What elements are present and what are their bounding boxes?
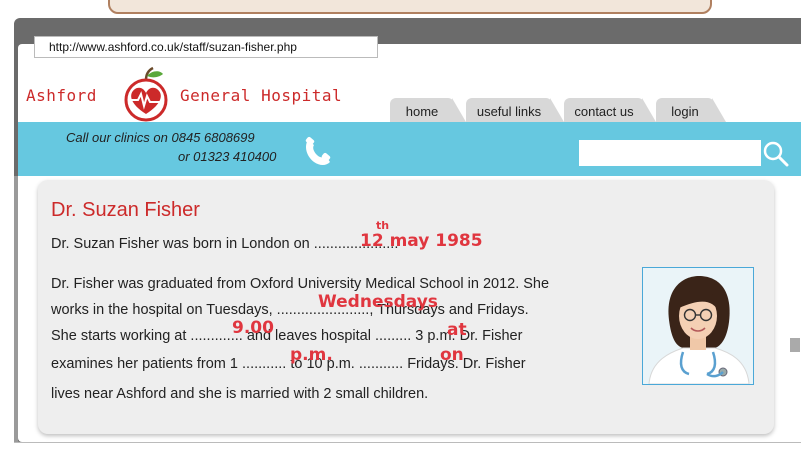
apple-heart-icon xyxy=(124,66,168,122)
answer-birth-date: 12 may 1985 xyxy=(360,231,483,251)
search-icon[interactable] xyxy=(762,139,790,167)
logo-name-right: General Hospital xyxy=(180,86,343,105)
answer-preposition-at: at xyxy=(447,320,467,340)
clinic-phone-line-2: or 01323 410400 xyxy=(178,149,277,164)
logo-name-left: Ashford xyxy=(26,86,97,105)
birth-sentence: Dr. Suzan Fisher was born in London on .… xyxy=(51,236,399,252)
url-text: http://www.ashford.co.uk/staff/suzan-fis… xyxy=(49,40,297,54)
nav-home[interactable]: home xyxy=(390,98,466,122)
nav-login[interactable]: login xyxy=(656,98,726,122)
paragraph-line-2: works in the hospital on Tuesdays, .....… xyxy=(51,302,529,318)
address-bar[interactable]: http://www.ashford.co.uk/staff/suzan-fis… xyxy=(34,36,378,58)
answer-start-time: 9.00 xyxy=(232,318,274,338)
doctor-photo xyxy=(642,267,754,385)
answer-preposition-on: on xyxy=(440,345,464,365)
search-input[interactable] xyxy=(579,140,761,166)
left-scroll-edge xyxy=(14,176,18,442)
paragraph-line-1: Dr. Fisher was graduated from Oxford Uni… xyxy=(51,276,550,292)
scrollbar-thumb[interactable] xyxy=(790,338,800,352)
nav-useful-links[interactable]: useful links xyxy=(466,98,564,122)
bottom-divider xyxy=(14,442,801,443)
page-title: Dr. Suzan Fisher xyxy=(51,199,200,221)
answer-meridiem: p.m. xyxy=(290,345,333,365)
phone-icon xyxy=(305,136,331,165)
clinic-phone-line-1: Call our clinics on 0845 6808699 xyxy=(66,130,255,145)
answer-working-day: Wednesdays xyxy=(318,292,438,312)
top-paper-tab xyxy=(108,0,712,14)
doctor-portrait-icon xyxy=(643,268,753,384)
paragraph-line-5: lives near Ashford and she is married wi… xyxy=(51,386,429,402)
nav-contact-us[interactable]: contact us xyxy=(564,98,656,122)
